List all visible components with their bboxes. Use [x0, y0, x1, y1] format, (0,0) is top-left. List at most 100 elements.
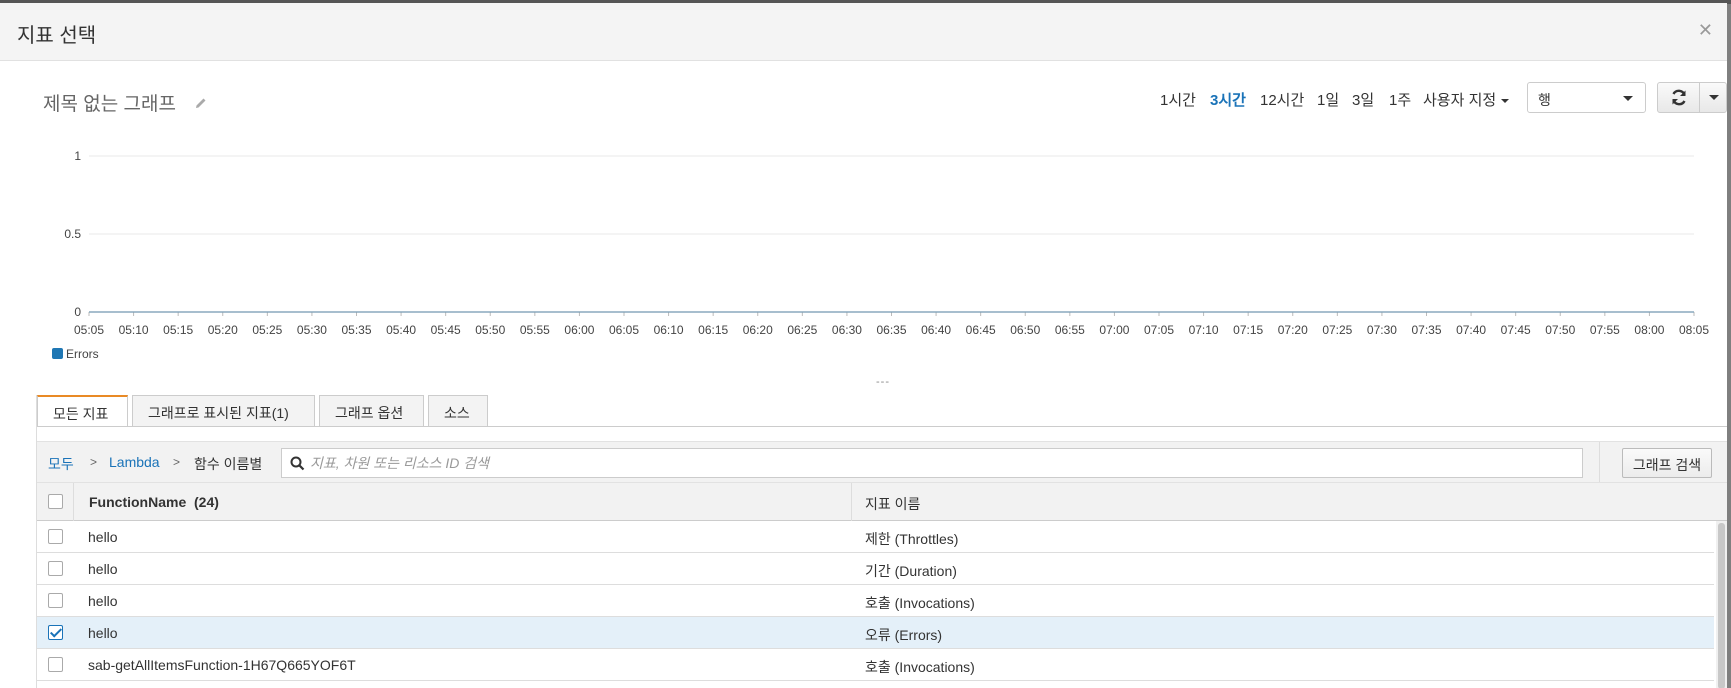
x-tick-label: 07:40 [1456, 323, 1486, 337]
custom-range-dropdown[interactable]: 사용자 지정 [1423, 89, 1510, 110]
modal-header: 지표 선택 ✕ [0, 3, 1727, 61]
refresh-interval-dropdown[interactable] [1700, 83, 1727, 112]
table-row[interactable]: hello 기간 (Duration) [37, 553, 1714, 585]
view-type-select[interactable]: 행 [1527, 82, 1646, 113]
x-tick-label: 07:50 [1545, 323, 1575, 337]
range-1d[interactable]: 1일 [1317, 89, 1339, 110]
x-tick-label: 05:15 [163, 323, 193, 337]
x-tick-label: 06:40 [921, 323, 951, 337]
x-tick-label: 05:20 [208, 323, 238, 337]
x-tick-label: 06:55 [1055, 323, 1085, 337]
range-3d[interactable]: 3일 [1352, 89, 1374, 110]
row-metric-name: 제한 (Throttles) [865, 531, 959, 547]
divider [1599, 442, 1600, 482]
metric-chart: 1 0.5 0 05:05 05:10 05:15 05:20 05:25 05:30 05:3… [64, 149, 1709, 337]
x-tick-label: 06:00 [564, 323, 594, 337]
select-all-checkbox[interactable] [48, 494, 63, 509]
x-tick-label: 08:00 [1634, 323, 1664, 337]
x-tick-label: 07:20 [1278, 323, 1308, 337]
breadcrumb-separator: > [90, 455, 98, 469]
column-function-count: (24) [194, 494, 219, 510]
range-12h[interactable]: 12시간 [1260, 89, 1304, 110]
x-tick-label: 05:55 [520, 323, 550, 337]
x-tick-label: 05:30 [297, 323, 327, 337]
row-checkbox[interactable] [48, 593, 63, 608]
breadcrumb-lambda[interactable]: Lambda [109, 454, 160, 470]
column-divider [851, 483, 852, 521]
chart-legend[interactable]: Errors [52, 347, 99, 361]
row-function-name: hello [88, 529, 118, 545]
refresh-button[interactable] [1658, 83, 1700, 112]
graph-search-button[interactable]: 그래프 검색 [1622, 448, 1712, 478]
table-row-selected[interactable]: hello 오류 (Errors) [37, 617, 1714, 649]
row-function-name: hello [88, 625, 118, 641]
y-tick-label: 0 [74, 305, 81, 319]
select-all-cell [37, 483, 74, 521]
range-1h[interactable]: 1시간 [1160, 89, 1196, 110]
row-metric-name: 오류 (Errors) [865, 627, 943, 643]
metric-search [281, 448, 1583, 478]
legend-swatch [52, 348, 63, 359]
tab-graph-options[interactable]: 그래프 옵션 [319, 395, 424, 426]
close-icon[interactable]: ✕ [1698, 21, 1713, 39]
x-tick-label: 05:10 [119, 323, 149, 337]
x-tick-label: 07:15 [1233, 323, 1263, 337]
tab-source[interactable]: 소스 [428, 395, 488, 426]
table-row[interactable]: sab-getAllItemsFunction-1H67Q665YOF6T 호출… [37, 649, 1714, 681]
x-tick-label: 06:50 [1010, 323, 1040, 337]
refresh-button-group [1657, 82, 1727, 113]
row-function-name: hello [88, 561, 118, 577]
x-tick-label: 07:10 [1189, 323, 1219, 337]
x-tick-label: 05:45 [431, 323, 461, 337]
x-tick-label: 06:35 [876, 323, 906, 337]
column-function-name[interactable]: FunctionName (24) [89, 494, 219, 510]
row-checkbox-checked[interactable] [48, 625, 63, 640]
x-tick-label: 05:40 [386, 323, 416, 337]
x-tick-label: 05:25 [252, 323, 282, 337]
table-header: FunctionName (24) 지표 이름 [37, 483, 1727, 521]
x-tick-label: 06:20 [743, 323, 773, 337]
tab-graphed-metrics[interactable]: 그래프로 표시된 지표(1) [132, 395, 315, 426]
row-metric-name: 호출 (Invocations) [865, 595, 975, 611]
breadcrumb-current: 함수 이름별 [194, 456, 263, 472]
x-tick-label: 05:50 [475, 323, 505, 337]
row-checkbox[interactable] [48, 529, 63, 544]
range-3h[interactable]: 3시간 [1210, 89, 1246, 110]
x-tick-label: 07:35 [1411, 323, 1441, 337]
range-1w[interactable]: 1주 [1389, 89, 1411, 110]
table-row[interactable]: hello 제한 (Throttles) [37, 521, 1714, 553]
x-tick-label: 06:05 [609, 323, 639, 337]
view-type-value: 행 [1538, 92, 1551, 108]
search-input[interactable] [310, 452, 1578, 474]
row-checkbox[interactable] [48, 657, 63, 672]
column-function-name-label: FunctionName [89, 494, 187, 510]
x-tick-label: 07:25 [1322, 323, 1352, 337]
row-function-name: hello [88, 593, 118, 609]
search-icon [290, 456, 305, 471]
tab-divider [37, 426, 1727, 427]
row-metric-name: 호출 (Invocations) [865, 659, 975, 675]
row-function-name: sab-getAllItemsFunction-1H67Q665YOF6T [88, 657, 356, 673]
x-tick-label: 06:15 [698, 323, 728, 337]
x-tick-label: 05:05 [74, 323, 104, 337]
row-checkbox[interactable] [48, 561, 63, 576]
x-tick-label: 07:05 [1144, 323, 1174, 337]
caret-down-icon [1623, 96, 1633, 101]
tab-all-metrics[interactable]: 모든 지표 [37, 395, 128, 427]
y-tick-label: 1 [74, 149, 81, 163]
x-tick-label: 07:30 [1367, 323, 1397, 337]
graph-title[interactable]: 제목 없는 그래프 [43, 89, 176, 116]
caret-down-icon [1709, 95, 1719, 100]
x-tick-label: 07:55 [1590, 323, 1620, 337]
breadcrumb-all[interactable]: 모두 [48, 454, 74, 474]
resize-handle[interactable]: --- [876, 376, 890, 388]
column-metric-name[interactable]: 지표 이름 [865, 494, 920, 514]
pencil-icon[interactable] [194, 96, 208, 110]
scrollbar-thumb[interactable] [1718, 523, 1725, 688]
custom-range-label: 사용자 지정 [1423, 92, 1497, 109]
x-tick-label: 08:05 [1679, 323, 1709, 337]
table-scrollbar[interactable] [1716, 521, 1727, 688]
table-row[interactable]: hello 호출 (Invocations) [37, 585, 1714, 617]
modal-title: 지표 선택 [17, 25, 97, 47]
x-tick-label: 05:35 [341, 323, 371, 337]
